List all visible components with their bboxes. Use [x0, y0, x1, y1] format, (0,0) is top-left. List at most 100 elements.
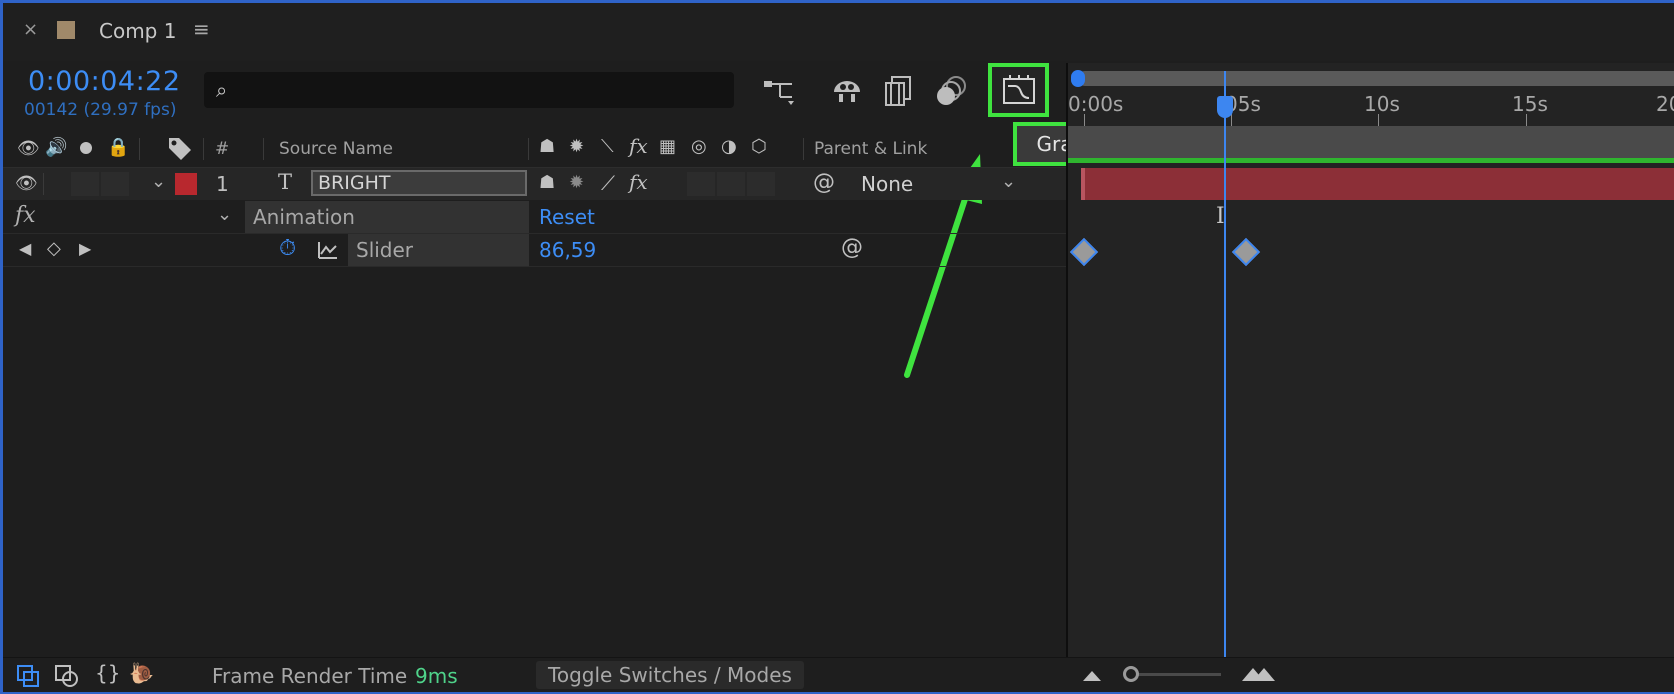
- property-row[interactable]: ◀ ◇ ▶ ⏱ Slider 86,59 @: [3, 234, 1066, 267]
- text-layer-type-icon: T: [278, 170, 293, 194]
- effect-name[interactable]: Animation: [245, 201, 529, 233]
- collapse-switch-header-icon: ✹: [569, 136, 585, 157]
- label-column-icon: [169, 138, 191, 160]
- time-navigator-bar[interactable]: [1078, 71, 1674, 86]
- 3d-switch[interactable]: [747, 172, 775, 196]
- in-out-pane-icon[interactable]: {}: [95, 661, 120, 685]
- zoom-in-icon[interactable]: [1241, 665, 1277, 683]
- footer-bar: {} 🐌 Frame Render Time 9ms Toggle Switch…: [3, 657, 1674, 692]
- ruler-tick: [1526, 114, 1527, 126]
- ruler-tick: [1378, 114, 1379, 126]
- parent-link-header[interactable]: Parent & Link: [814, 139, 927, 159]
- lock-column-icon: 🔒: [107, 137, 130, 158]
- current-time-indicator-line[interactable]: [1224, 71, 1226, 657]
- composition-flowchart-icon[interactable]: [762, 77, 798, 107]
- layer-duration-bar[interactable]: [1083, 168, 1674, 200]
- frame-blend-header-icon: ▦: [659, 136, 677, 157]
- time-navigator-start-handle[interactable]: [1071, 70, 1085, 87]
- zoom-slider-knob[interactable]: [1123, 666, 1139, 682]
- layer-name-field[interactable]: BRIGHT: [311, 170, 527, 196]
- layer-in-point[interactable]: [1081, 168, 1085, 200]
- search-icon: ⌕: [216, 78, 228, 102]
- adjustment-layer-header-icon: ◑: [721, 136, 737, 157]
- column-separator: [203, 138, 204, 160]
- fx-effect-icon[interactable]: fx: [15, 203, 36, 228]
- frame-blending-icon[interactable]: [883, 74, 913, 108]
- adjustment-switch[interactable]: [717, 172, 745, 196]
- prev-keyframe-icon[interactable]: ◀: [19, 239, 31, 258]
- parent-dropdown-value[interactable]: None: [861, 172, 913, 196]
- solo-switch[interactable]: [71, 172, 99, 196]
- ruler-tick: [1084, 114, 1085, 126]
- graph-editor-button[interactable]: [988, 63, 1049, 117]
- layer-switches-pane-icon[interactable]: [17, 665, 41, 687]
- reset-link[interactable]: Reset: [539, 205, 595, 229]
- frame-render-time-value: 9ms: [415, 664, 458, 688]
- motion-blur-header-icon: ◎: [691, 136, 707, 157]
- ruler-tick: [1231, 114, 1232, 126]
- solo-column-icon: [80, 142, 92, 154]
- render-time-pane-icon[interactable]: 🐌: [129, 661, 154, 685]
- expand-chevron-icon[interactable]: ⌄: [151, 171, 166, 192]
- source-name-header[interactable]: Source Name: [279, 139, 393, 159]
- video-visibility-column-icon: 👁: [17, 138, 40, 159]
- panel-menu-icon[interactable]: ≡: [193, 17, 210, 41]
- frame-render-time-label: Frame Render Time: [212, 664, 408, 688]
- 3d-layer-header-icon: ⬡: [751, 136, 767, 157]
- layer-label-color[interactable]: [175, 173, 197, 195]
- shy-switch-icon[interactable]: ☗: [539, 172, 555, 193]
- effect-row[interactable]: fx ⌄ Animation Reset: [3, 201, 1066, 234]
- close-tab-icon[interactable]: ×: [23, 19, 38, 40]
- effect-switch-header-icon: fx: [629, 134, 648, 158]
- zoom-out-icon[interactable]: [1081, 667, 1103, 683]
- tab-bar: × Comp 1 ≡: [3, 3, 1674, 61]
- search-input[interactable]: [244, 74, 728, 106]
- ruler-label-15: 15s: [1512, 92, 1548, 116]
- panel-focus-border-left: [0, 0, 3, 694]
- column-separator: [803, 138, 804, 160]
- work-area-bar[interactable]: [1068, 126, 1674, 160]
- current-time-display[interactable]: 0:00:04:22: [28, 66, 181, 97]
- column-separator: [263, 138, 264, 160]
- effect-switch-icon[interactable]: fx: [629, 170, 648, 194]
- comp-color-swatch: [57, 21, 75, 39]
- ruler-label-10: 10s: [1364, 92, 1400, 116]
- ruler-label-20: 20: [1656, 92, 1674, 116]
- audio-column-icon: 🔊: [45, 137, 68, 158]
- graph-editor-icon: [1003, 75, 1035, 104]
- column-separator: [528, 138, 529, 160]
- search-box[interactable]: ⌕: [204, 72, 734, 108]
- layer-number: 1: [216, 172, 229, 196]
- quality-switch-icon[interactable]: ⟋: [601, 171, 615, 195]
- layer-row[interactable]: 👁 ⌄ 1 T BRIGHT ☗ ✹ ⟋ fx @ None ⌄: [3, 168, 1066, 200]
- tab-title[interactable]: Comp 1: [99, 19, 176, 43]
- stopwatch-icon[interactable]: ⏱: [279, 236, 296, 261]
- pick-whip-icon[interactable]: @: [813, 170, 835, 195]
- column-header-row: 👁 🔊 🔒 # Source Name ☗ ✹ ⟍ fx ▦ ◎ ◑ ⬡ Par…: [3, 130, 1066, 168]
- quality-switch-header-icon: ⟍: [601, 136, 614, 157]
- property-value[interactable]: 86,59: [539, 238, 596, 262]
- current-time-indicator-head[interactable]: [1217, 96, 1233, 118]
- graph-icon[interactable]: [317, 240, 339, 260]
- toggle-switches-modes-button[interactable]: Toggle Switches / Modes: [536, 661, 804, 689]
- collapse-switch-icon[interactable]: ✹: [569, 172, 584, 193]
- frame-count: 00142 (29.97 fps): [24, 100, 177, 120]
- motion-blur-switch[interactable]: [687, 172, 715, 196]
- transfer-controls-pane-icon[interactable]: [55, 665, 79, 687]
- next-keyframe-icon[interactable]: ▶: [79, 239, 91, 258]
- zoom-slider-track[interactable]: [1133, 673, 1221, 676]
- parent-dropdown-chevron-icon[interactable]: ⌄: [1001, 171, 1016, 192]
- ruler-label-0: 0:00s: [1068, 92, 1124, 116]
- visibility-eye-icon[interactable]: 👁: [15, 173, 38, 194]
- expression-pick-whip-icon[interactable]: @: [841, 235, 863, 260]
- effect-expand-chevron-icon[interactable]: ⌄: [217, 204, 232, 225]
- motion-blur-icon[interactable]: [934, 74, 968, 108]
- lock-switch[interactable]: [101, 172, 129, 196]
- property-name[interactable]: Slider: [348, 234, 529, 266]
- work-area-range[interactable]: [1068, 158, 1674, 163]
- column-separator: [139, 138, 140, 160]
- shy-switch-header-icon: ☗: [539, 136, 556, 157]
- add-keyframe-icon[interactable]: ◇: [47, 238, 61, 259]
- layer-number-header[interactable]: #: [215, 139, 229, 159]
- draft-3d-icon[interactable]: [830, 74, 864, 108]
